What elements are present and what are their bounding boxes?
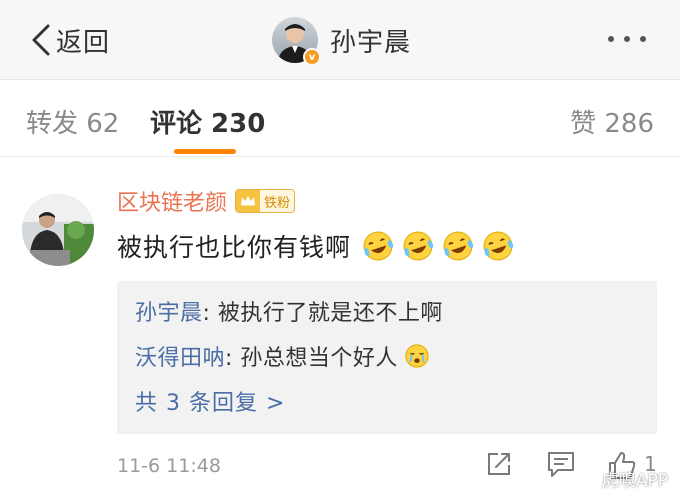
laugh-cry-emoji-icon	[483, 231, 514, 261]
watermark: 虎嗅APP	[578, 466, 668, 491]
reply-author[interactable]: 孙宇晨	[135, 295, 203, 327]
reply-item[interactable]: 孙宇晨 : 被执行了就是还不上啊	[135, 295, 443, 327]
reply-text: : 被执行了就是还不上啊	[202, 301, 443, 326]
share-button[interactable]	[484, 449, 514, 483]
share-icon	[488, 453, 510, 475]
fan-badge-label: 铁粉	[264, 195, 291, 211]
back-label: 返回	[56, 27, 111, 58]
fan-badge: 铁粉	[235, 189, 296, 213]
watermark-text: 虎嗅APP	[601, 471, 668, 491]
author-avatar[interactable]: v	[272, 17, 321, 66]
commenter-avatar[interactable]	[22, 194, 94, 266]
tearful-emoji-icon	[405, 344, 429, 368]
reply-item[interactable]: 沃得田呐 : 孙总想当个好人	[135, 340, 430, 372]
reply-text: : 孙总想当个好人	[225, 346, 398, 371]
laugh-cry-emoji-icon	[443, 231, 474, 261]
emoji-row	[361, 229, 515, 263]
tab-reposts[interactable]: 转发 62	[26, 103, 119, 140]
view-all-replies-link[interactable]: 共 3 条回复 >	[135, 385, 285, 417]
comment-text-row: 被执行也比你有钱啊	[117, 228, 515, 264]
back-chevron-icon	[32, 24, 50, 56]
active-tab-indicator	[174, 149, 236, 154]
comment-text: 被执行也比你有钱啊	[117, 233, 352, 262]
post-author-name[interactable]: 孙宇晨	[330, 22, 411, 59]
comment-button[interactable]	[546, 449, 576, 483]
laugh-cry-emoji-icon	[363, 231, 394, 261]
laugh-cry-emoji-icon	[403, 231, 434, 261]
more-dots-icon[interactable]	[608, 36, 646, 42]
crown-icon	[236, 190, 261, 212]
comment-timestamp: 11-6 11:48	[117, 455, 221, 477]
verified-badge-icon: v	[303, 48, 321, 66]
comment-icon	[548, 452, 574, 477]
tab-comments[interactable]: 评论 230	[150, 103, 265, 140]
post-tabs: 转发 62 评论 230 赞 286	[0, 81, 680, 157]
commenter-name-row: 区块链老颜 铁粉	[117, 185, 296, 217]
tab-likes[interactable]: 赞 286	[570, 103, 654, 140]
top-nav-bar: 返回 v 孙宇晨	[0, 0, 680, 80]
back-button[interactable]: 返回	[30, 20, 110, 60]
post-author[interactable]: v 孙宇晨	[272, 17, 411, 66]
commenter-name[interactable]: 区块链老颜	[117, 185, 227, 217]
reply-author[interactable]: 沃得田呐	[135, 340, 225, 372]
weibo-logo-icon	[578, 470, 597, 487]
replies-box[interactable]: 孙宇晨 : 被执行了就是还不上啊 沃得田呐 : 孙总想当个好人 共 3 条回复 …	[117, 281, 657, 434]
